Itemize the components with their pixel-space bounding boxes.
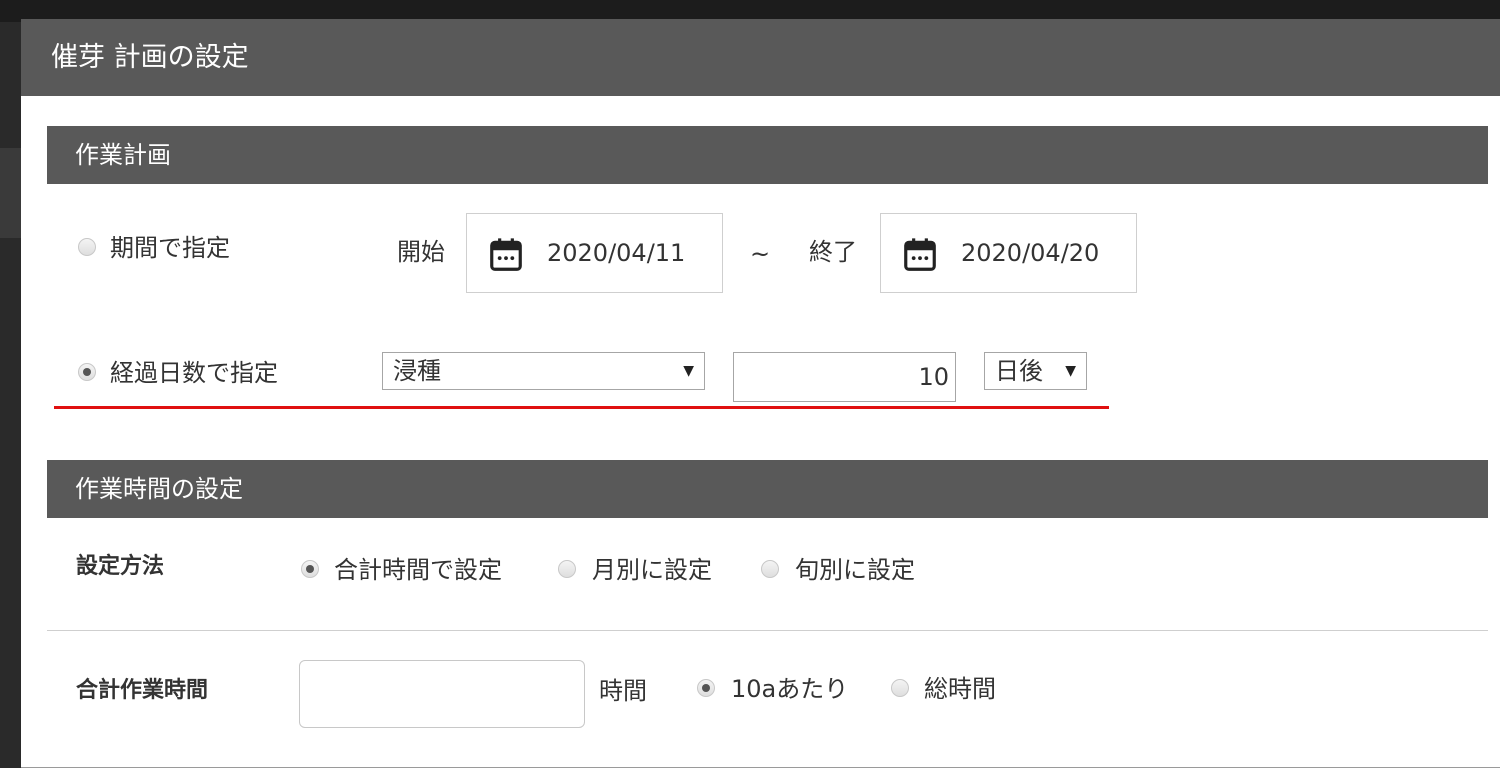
end-date-value: 2020/04/20 — [961, 239, 1100, 267]
dialog-title: 催芽 計画の設定 — [21, 19, 1500, 96]
method-dekad-label: 旬別に設定 — [795, 556, 915, 584]
calendar-icon — [904, 238, 936, 271]
radio-method-dekad[interactable] — [761, 560, 779, 578]
dropdown-arrow-icon: ▼ — [683, 363, 694, 379]
end-date-field[interactable]: 2020/04/20 — [880, 213, 1137, 293]
method-label: 設定方法 — [76, 554, 165, 579]
calendar-icon — [490, 238, 522, 271]
days-input[interactable]: 10 — [733, 352, 956, 402]
method-total-label: 合計時間で設定 — [334, 556, 502, 584]
section-divider — [47, 630, 1488, 631]
radio-by-period[interactable] — [78, 238, 96, 256]
radio-total-hours[interactable] — [891, 679, 909, 697]
range-separator: ~ — [750, 240, 771, 268]
section-work-plan-title: 作業計画 — [47, 126, 1488, 184]
total-time-label: 合計作業時間 — [76, 678, 209, 703]
radio-by-days[interactable] — [78, 363, 96, 381]
start-label: 開始 — [397, 238, 445, 266]
highlight-underline — [54, 406, 1109, 409]
by-days-label: 経過日数で指定 — [110, 359, 278, 387]
method-monthly-label: 月別に設定 — [592, 556, 712, 584]
section-work-time-title: 作業時間の設定 — [47, 460, 1488, 518]
days-unit-select[interactable]: 日後 ▼ — [984, 352, 1087, 390]
plan-settings-dialog: 催芽 計画の設定 作業計画 期間で指定 開始 2020/04/11 ~ 終了 2… — [21, 19, 1500, 768]
start-date-value: 2020/04/11 — [547, 239, 686, 267]
base-task-value: 浸種 — [393, 357, 441, 385]
days-unit-value: 日後 — [995, 357, 1043, 385]
start-date-field[interactable]: 2020/04/11 — [466, 213, 723, 293]
background-panel — [0, 148, 22, 238]
radio-method-total[interactable] — [301, 560, 319, 578]
per-10a-label: 10aあたり — [731, 675, 849, 703]
dropdown-arrow-icon: ▼ — [1065, 363, 1076, 379]
total-hours-label: 総時間 — [924, 675, 996, 703]
radio-method-monthly[interactable] — [558, 560, 576, 578]
hours-unit-label: 時間 — [599, 677, 647, 705]
radio-per-10a[interactable] — [697, 679, 715, 697]
end-label: 終了 — [809, 238, 857, 266]
base-task-select[interactable]: 浸種 ▼ — [382, 352, 705, 390]
total-time-input[interactable] — [299, 660, 585, 728]
by-period-label: 期間で指定 — [110, 234, 230, 262]
